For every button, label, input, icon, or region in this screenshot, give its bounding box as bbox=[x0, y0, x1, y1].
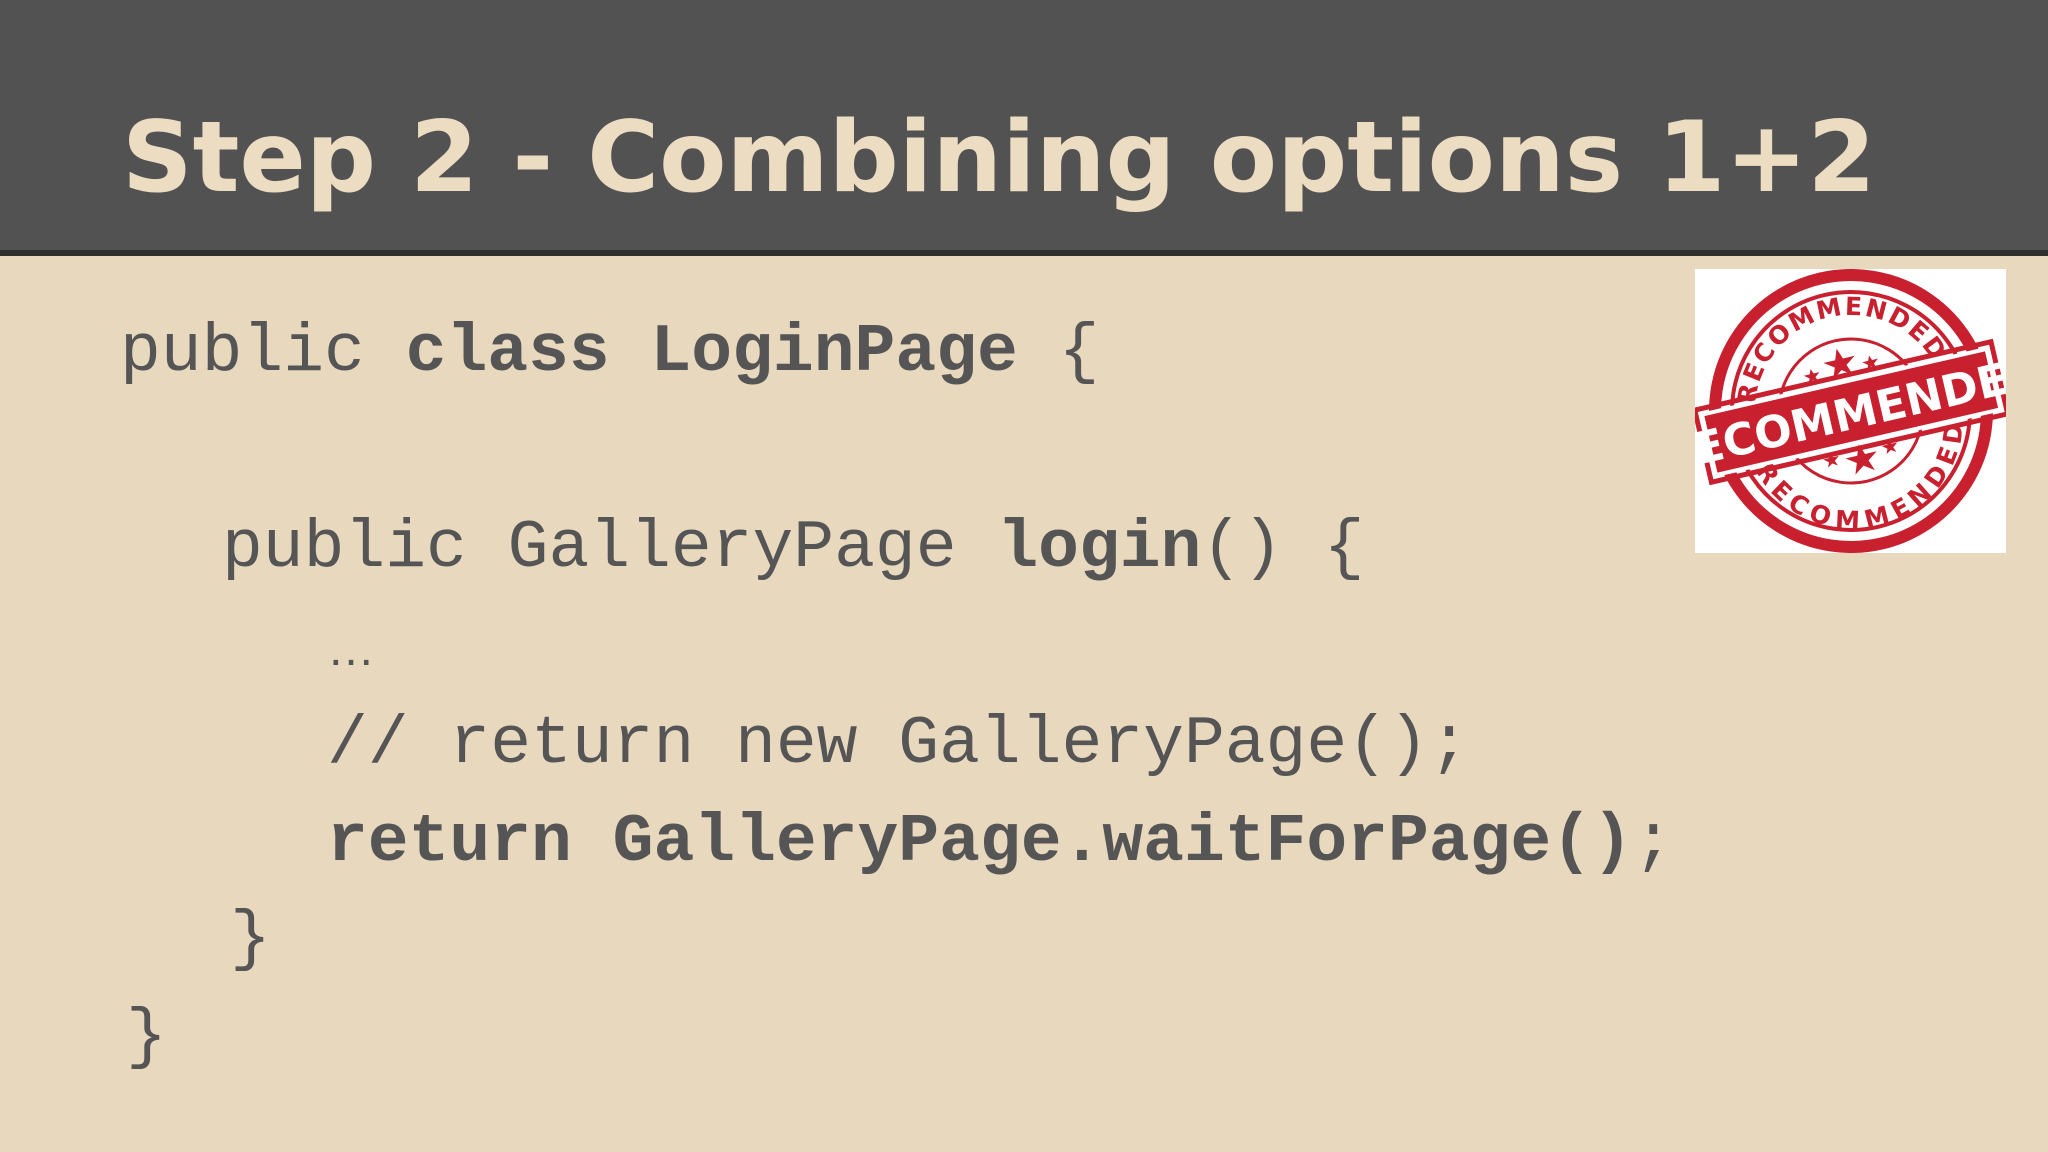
code-token-bold: login bbox=[997, 510, 1202, 587]
code-block: public class LoginPage { public GalleryP… bbox=[0, 0, 2048, 1152]
code-token-bold: class LoginPage bbox=[405, 314, 1018, 391]
code-line-6: } bbox=[230, 901, 271, 978]
code-line-2: public GalleryPage login() { bbox=[222, 509, 1365, 589]
code-line-1: public class LoginPage { bbox=[120, 313, 1099, 393]
code-line-4: // return new GalleryPage(); bbox=[327, 706, 1470, 783]
code-line-5: return GalleryPage.waitForPage(); bbox=[327, 803, 1674, 883]
code-token: ; bbox=[1632, 804, 1674, 881]
code-token: public bbox=[120, 314, 406, 391]
code-line-3: … bbox=[327, 623, 375, 676]
code-token-bold: return GalleryPage.waitForPage() bbox=[327, 804, 1633, 881]
recommended-stamp-image: RECOMMENDED RECOMMENDED RECOMMENDED bbox=[1695, 269, 2006, 553]
code-token: { bbox=[1017, 314, 1100, 391]
recommended-stamp-icon: RECOMMENDED RECOMMENDED RECOMMENDED bbox=[1695, 269, 2006, 553]
code-token: () { bbox=[1201, 510, 1365, 587]
code-token: public GalleryPage bbox=[222, 510, 998, 587]
code-line-7: } bbox=[126, 999, 167, 1076]
